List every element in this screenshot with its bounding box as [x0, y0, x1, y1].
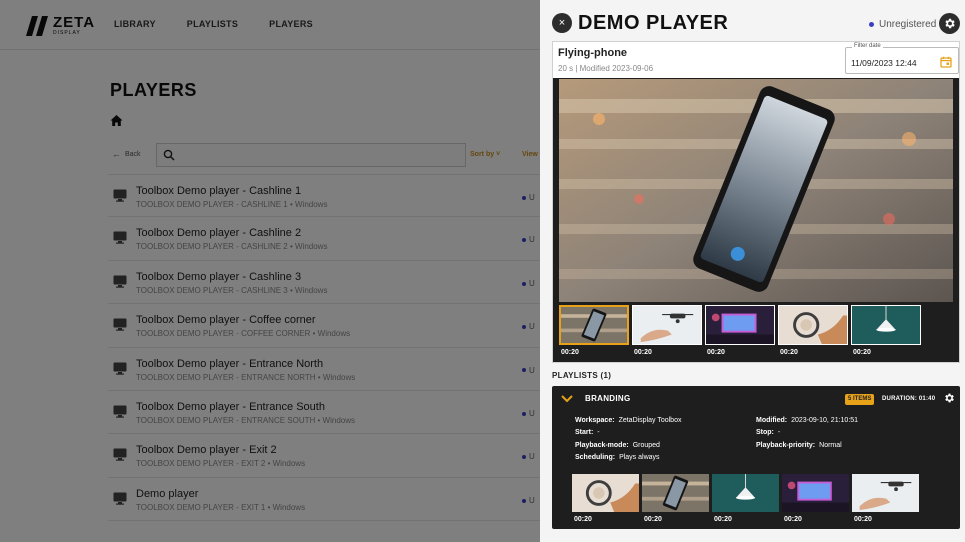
thumbnail-duration: 00:20	[714, 516, 732, 523]
info-value: 2023-09-10, 21:10:51	[791, 417, 859, 424]
playlist-info-row: Playback-mode: Grouped	[575, 442, 681, 454]
phone-thumbnail-image	[642, 474, 709, 512]
thumbnail-duration: 00:20	[634, 349, 652, 356]
preview-thumbnail[interactable]: 00:20	[705, 305, 775, 357]
drone-thumbnail-image	[852, 474, 919, 512]
preview-thumbnail[interactable]: 00:20	[559, 305, 629, 357]
preview-thumbnail[interactable]: 00:20	[778, 305, 848, 357]
playlist-info-row: Stop: -	[756, 429, 858, 441]
preview-header: Flying-phone 20 s | Modified 2023-09-06 …	[553, 42, 959, 78]
playlist-item-thumbnail[interactable]: 00:20	[852, 474, 919, 526]
thumbnail-duration: 00:20	[561, 349, 579, 356]
playlist-item-thumbnail[interactable]: 00:20	[782, 474, 849, 526]
thumbnail-duration: 00:20	[644, 516, 662, 523]
playlist-info-row: Playback-priority: Normal	[756, 442, 858, 454]
main-preview-image	[559, 79, 953, 302]
info-value: Grouped	[632, 441, 660, 449]
items-count-badge: 5 ITEMS	[845, 394, 875, 405]
info-value: ZetaDisplay Toolbox	[618, 417, 682, 424]
filter-date-field[interactable]: Filter date 11/09/2023 12:44	[845, 43, 959, 74]
media-name: Flying-phone	[558, 47, 628, 59]
playlist-info-row: Scheduling: Plays always	[575, 454, 681, 466]
preview-thumbnail-strip: 00:20 00:20 00:20 00:20 00:20	[559, 305, 953, 359]
close-icon[interactable]: ×	[552, 13, 572, 33]
playlists-heading: PLAYLISTS (1)	[552, 371, 612, 380]
lamp-thumbnail-image	[851, 305, 921, 345]
media-preview-card: Flying-phone 20 s | Modified 2023-09-06 …	[552, 41, 960, 363]
playlist-info-row: Start: -	[575, 429, 681, 441]
gear-icon	[945, 18, 955, 29]
info-value: -	[597, 429, 600, 437]
headphones-thumbnail-image	[572, 474, 639, 512]
thumbnail-duration: 00:20	[780, 349, 798, 356]
registration-status: Unregistered	[869, 19, 936, 30]
headphones-thumbnail-image	[778, 305, 848, 345]
playlist-info-right: Modified: 2023-09-10, 21:10:51 Stop: - Playb…	[756, 417, 858, 454]
thumbnail-duration: 00:20	[784, 516, 802, 523]
playlist-item-thumbnail[interactable]: 00:20	[712, 474, 779, 526]
panel-title: DEMO PLAYER	[578, 12, 729, 34]
info-value: Normal	[819, 441, 842, 449]
chevron-down-icon[interactable]	[561, 394, 573, 404]
thumbnail-duration: 00:20	[574, 516, 592, 523]
gear-icon[interactable]	[943, 392, 955, 404]
thumbnail-duration: 00:20	[854, 516, 872, 523]
status-dot-icon	[869, 22, 874, 27]
player-detail-panel: × DEMO PLAYER Unregistered Flying-phone …	[540, 0, 965, 542]
panel-settings-button[interactable]	[939, 13, 960, 34]
filter-date-label: Filter date	[852, 43, 883, 49]
info-key: Workspace:	[575, 417, 615, 424]
playlist-info-left: Workspace: ZetaDisplay Toolbox Start: - Play…	[575, 417, 681, 466]
screen-thumbnail-image	[705, 305, 775, 345]
playlist-thumbnail-strip: 00:20 00:20 00:20 00:20 00:20	[572, 474, 952, 528]
info-key: Start:	[575, 429, 594, 437]
info-key: Playback-priority:	[756, 441, 816, 449]
drone-thumbnail-image	[632, 305, 702, 345]
phone-thumbnail-image	[559, 305, 629, 345]
info-key: Stop:	[756, 429, 774, 437]
playlist-name[interactable]: BRANDING	[585, 394, 631, 403]
thumbnail-duration: 00:20	[853, 349, 871, 356]
info-key: Playback-mode:	[575, 441, 629, 449]
media-meta: 20 s | Modified 2023-09-06	[558, 64, 654, 73]
playlist-duration: DURATION: 01:40	[882, 396, 936, 402]
playlist-info-row: Workspace: ZetaDisplay Toolbox	[575, 417, 681, 429]
info-value: -	[777, 429, 781, 437]
playlist-item-thumbnail[interactable]: 00:20	[572, 474, 639, 526]
thumbnail-duration: 00:20	[707, 349, 725, 356]
filter-date-value: 11/09/2023 12:44	[851, 58, 917, 68]
playlist-item-thumbnail[interactable]: 00:20	[642, 474, 709, 526]
screen-thumbnail-image	[782, 474, 849, 512]
preview-thumbnail[interactable]: 00:20	[851, 305, 921, 357]
info-key: Scheduling:	[575, 453, 616, 461]
info-value: Plays always	[619, 453, 660, 461]
playlist-info-row: Modified: 2023-09-10, 21:10:51	[756, 417, 858, 429]
playlist-card: BRANDING 5 ITEMS DURATION: 01:40 Workspa…	[552, 386, 960, 529]
lamp-thumbnail-image	[712, 474, 779, 512]
preview-thumbnail[interactable]: 00:20	[632, 305, 702, 357]
registration-status-label: Unregistered	[879, 19, 937, 30]
info-key: Modified:	[756, 417, 788, 424]
calendar-icon[interactable]	[940, 56, 952, 68]
